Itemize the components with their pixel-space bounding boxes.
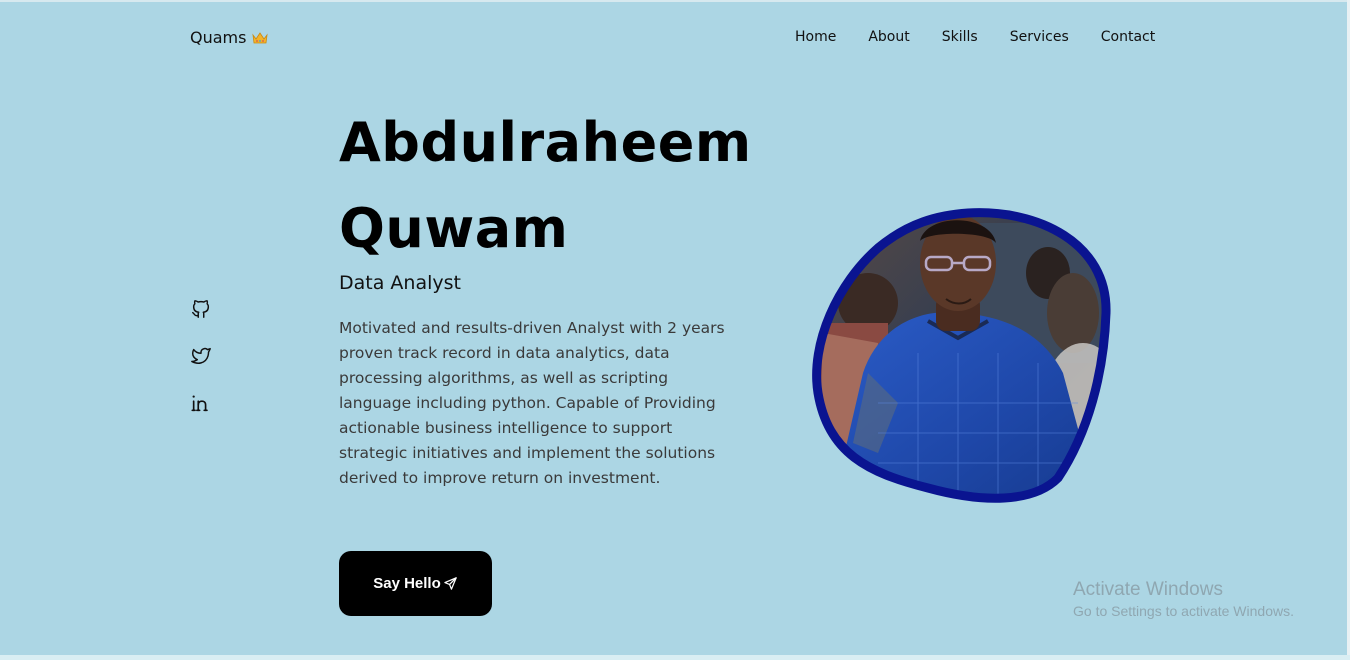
top-border [0, 0, 1350, 2]
social-links [190, 298, 212, 439]
hero-name-line1: Abdulraheem [339, 111, 752, 174]
profile-photo [812, 208, 1111, 503]
nav-skills[interactable]: Skills [942, 29, 978, 45]
windows-activation-watermark: Activate Windows Go to Settings to activ… [1073, 578, 1294, 621]
crown-icon [252, 31, 269, 43]
github-link[interactable] [190, 298, 212, 320]
twitter-link[interactable] [190, 345, 212, 367]
bottom-border [0, 655, 1350, 660]
hero-name: Abdulraheem Quwam [339, 100, 779, 272]
watermark-subtitle: Go to Settings to activate Windows. [1073, 603, 1294, 619]
hero-role: Data Analyst [339, 272, 461, 294]
twitter-icon [191, 347, 211, 364]
nav-contact[interactable]: Contact [1101, 29, 1155, 45]
send-icon [444, 577, 457, 590]
hero-name-line2: Quwam [339, 197, 569, 260]
say-hello-label: Say Hello [373, 575, 441, 592]
main-nav: Home About Skills Services Contact [795, 29, 1155, 45]
github-icon [192, 300, 210, 318]
say-hello-button[interactable]: Say Hello [339, 551, 492, 616]
logo-text: Quams [190, 28, 247, 47]
linkedin-icon [191, 395, 208, 412]
nav-about[interactable]: About [868, 29, 909, 45]
hero-description: Motivated and results-driven Analyst wit… [339, 319, 725, 487]
nav-home[interactable]: Home [795, 29, 836, 45]
nav-services[interactable]: Services [1010, 29, 1069, 45]
site-logo[interactable]: Quams [190, 28, 269, 47]
watermark-title: Activate Windows [1073, 579, 1223, 600]
linkedin-link[interactable] [190, 392, 212, 414]
